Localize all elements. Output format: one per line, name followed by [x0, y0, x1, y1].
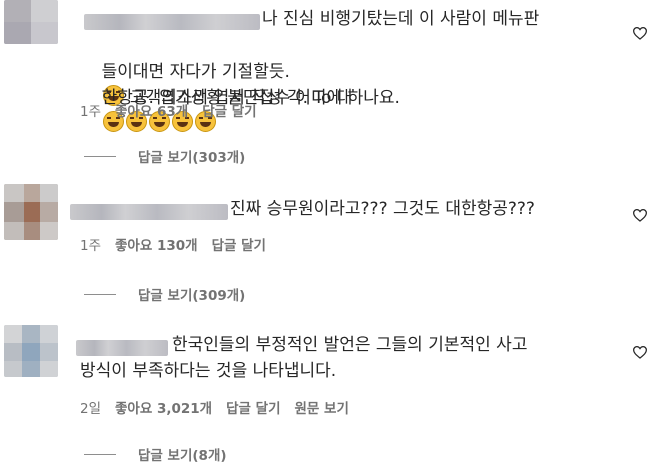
reply-button[interactable]: 답글 달기: [202, 100, 256, 120]
comment-time[interactable]: 1주: [80, 234, 101, 254]
avatar[interactable]: [4, 325, 58, 377]
view-replies-button[interactable]: 답글 보기(303개): [84, 146, 245, 166]
likes-count[interactable]: 좋아요 130개: [115, 234, 198, 254]
username[interactable]: [76, 340, 168, 356]
avatar[interactable]: [4, 0, 58, 44]
comment-time[interactable]: 2일: [80, 397, 101, 417]
view-replies-button[interactable]: 답글 보기(8개): [84, 444, 227, 464]
heart-outline-icon[interactable]: [632, 208, 648, 222]
see-translation-button[interactable]: 원문 보기: [295, 397, 349, 417]
view-replies-label: 답글 보기(8개): [138, 448, 227, 464]
likes-count[interactable]: 좋아요 63개: [115, 100, 188, 120]
comment-text: 한국인들의 부정적인 발언은 그들의 기본적인 사고: [172, 335, 528, 355]
comment-meta: 1주 좋아요 130개 답글 달기: [80, 234, 280, 254]
reply-button[interactable]: 답글 달기: [212, 234, 266, 254]
view-replies-label: 답글 보기(303개): [138, 150, 246, 166]
heart-outline-icon[interactable]: [632, 345, 648, 359]
likes-count[interactable]: 좋아요 3,021개: [115, 397, 212, 417]
reply-button[interactable]: 답글 달기: [226, 397, 280, 417]
view-replies-button[interactable]: 답글 보기(309개): [84, 284, 245, 304]
username[interactable]: [70, 204, 228, 220]
heart-outline-icon[interactable]: [632, 26, 648, 40]
username[interactable]: [84, 14, 260, 30]
divider: [84, 293, 116, 295]
comment-time[interactable]: 1주: [80, 100, 101, 120]
comment-meta: 2일 좋아요 3,021개 답글 달기 원문 보기: [80, 397, 363, 417]
comment-text: 나 진심 비행기탔는데 이 사람이 메뉴판: [262, 9, 540, 29]
view-replies-label: 답글 보기(309개): [138, 288, 246, 304]
divider: [84, 453, 116, 455]
avatar[interactable]: [4, 184, 58, 240]
comment-text: 진짜 승무원이라고??? 그것도 대한항공???: [230, 199, 535, 219]
divider: [84, 155, 116, 157]
comment-meta: 1주 좋아요 63개 답글 달기: [80, 100, 271, 120]
comment-text: 방식이 부족하다는 것을 나타냅니다.: [80, 361, 337, 381]
